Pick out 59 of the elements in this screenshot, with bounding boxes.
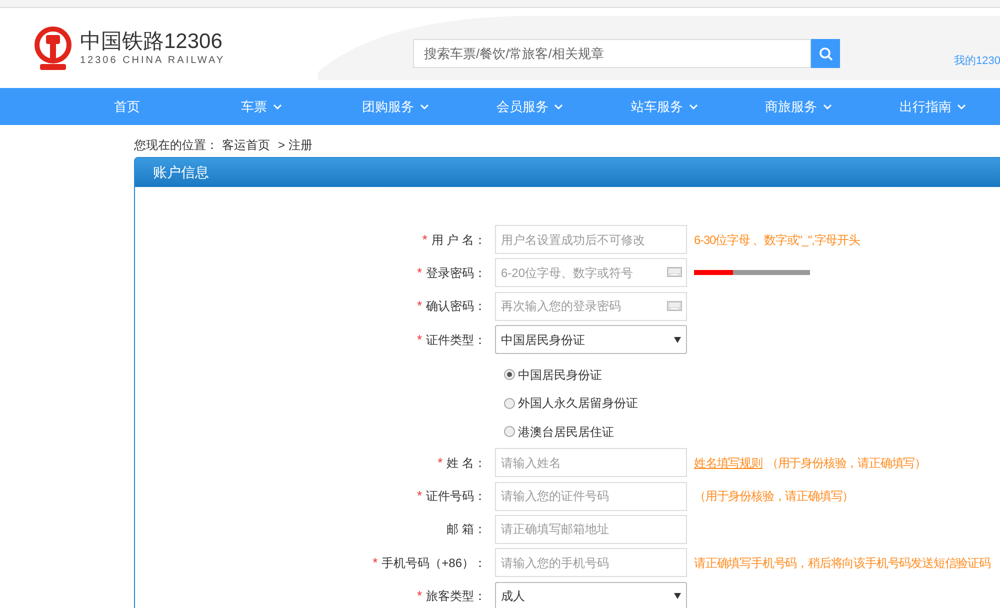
- required-mark: *: [416, 487, 422, 506]
- field-label: 旅客类型：: [426, 588, 486, 606]
- field-hint: （用于身份核验，请正确填写）: [694, 488, 854, 506]
- field-label: 确认密码：: [426, 298, 486, 316]
- search-icon: [818, 46, 832, 60]
- field-label: 证件号码：: [426, 488, 486, 506]
- logo-title: 中国铁路12306: [80, 30, 224, 54]
- password-field[interactable]: 6-20位字母、数字或符号: [495, 258, 687, 288]
- radio-button[interactable]: [504, 398, 515, 409]
- field-hint: （用于身份核验，请正确填写）: [766, 454, 926, 472]
- required-mark: *: [372, 554, 378, 572]
- input-field[interactable]: 用户名设置成功后不可修改: [495, 225, 687, 254]
- nav-item[interactable]: 出行指南: [866, 88, 1000, 125]
- railway-logo-icon: [34, 26, 72, 72]
- keyboard-icon: [667, 300, 682, 311]
- panel-title: 账户信息: [153, 163, 209, 182]
- select-field[interactable]: 成人: [495, 582, 687, 608]
- nav-item[interactable]: 商旅服务: [731, 88, 866, 125]
- input-field[interactable]: 请输入您的手机号码: [495, 548, 687, 578]
- required-mark: *: [416, 264, 422, 282]
- nav-item[interactable]: 车票: [194, 88, 329, 125]
- input-field[interactable]: 请正确填写邮箱地址: [495, 514, 687, 544]
- password-field[interactable]: 再次输入您的登录密码: [495, 292, 687, 321]
- field-label: 证件类型：: [426, 332, 486, 349]
- required-mark: *: [416, 297, 422, 316]
- required-mark: *: [416, 587, 422, 606]
- required-mark: *: [422, 230, 428, 249]
- input-field[interactable]: 请输入姓名: [495, 448, 687, 478]
- input-field[interactable]: 请输入您的证件号码: [495, 482, 687, 511]
- dropdown-arrow-icon: [674, 593, 681, 600]
- radio-option[interactable]: 港澳台居民居住证: [504, 418, 1000, 446]
- field-label: 邮 箱：: [446, 521, 486, 538]
- field-hint: 6-30位字母 、数字或"_",字母开头: [694, 232, 860, 249]
- field-label: 用 户 名：: [431, 232, 486, 249]
- radio-button[interactable]: [504, 369, 515, 380]
- nav-item[interactable]: 首页: [60, 88, 194, 125]
- field-label: 手机号码（+86）：: [382, 554, 486, 572]
- dropdown-arrow-icon: [674, 336, 681, 343]
- field-label: 姓 名：: [446, 454, 486, 472]
- my-account-link[interactable]: 我的1230: [954, 53, 1000, 70]
- radio-button[interactable]: [504, 426, 515, 438]
- rules-link[interactable]: 姓名填写规则: [694, 454, 762, 472]
- search-field[interactable]: 搜索车票/餐饮/常旅客/相关规章: [413, 39, 811, 68]
- search-button[interactable]: [811, 39, 840, 68]
- radio-option[interactable]: 中国居民身份证: [504, 360, 1000, 389]
- nav-item[interactable]: 站车服务: [597, 88, 732, 125]
- nav-item[interactable]: 团购服务: [328, 88, 463, 125]
- field-hint: 请正确填写手机号码，稍后将向该手机号码发送短信验证码: [694, 554, 990, 572]
- select-field[interactable]: 中国居民身份证: [495, 325, 687, 354]
- required-mark: *: [438, 454, 443, 472]
- breadcrumb-label: 您现在的位置：: [134, 137, 218, 154]
- field-label: 登录密码：: [426, 264, 486, 282]
- keyboard-icon: [667, 267, 682, 278]
- nav-item[interactable]: 会员服务: [462, 88, 598, 125]
- required-mark: *: [416, 330, 422, 349]
- logo-subtitle: 12306 CHINA RAILWAY: [80, 54, 226, 68]
- radio-option[interactable]: 外国人永久居留身份证: [504, 388, 1000, 418]
- breadcrumb-current: > 注册: [278, 137, 312, 154]
- breadcrumb-link[interactable]: 客运首页: [222, 136, 270, 154]
